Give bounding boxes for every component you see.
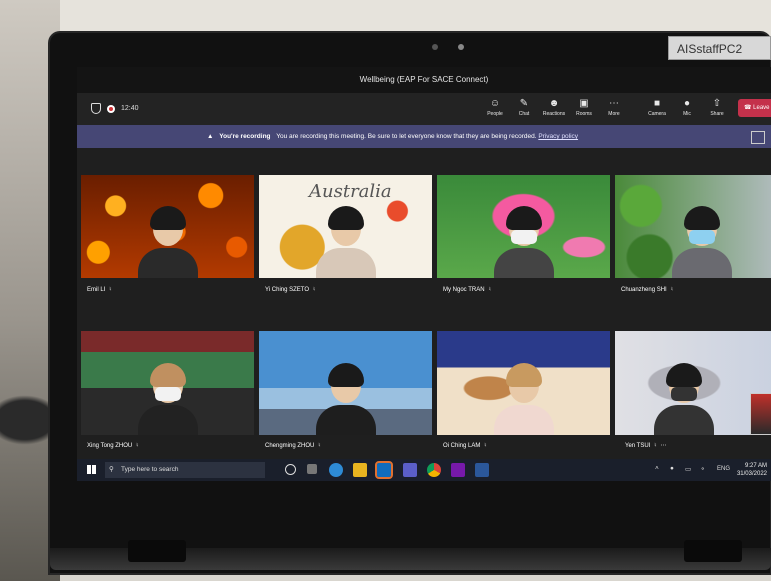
more-icon: ⋯ [609, 98, 619, 109]
participant-name: Emil LI ♮ [87, 287, 112, 293]
participant-name: Yi Ching SZETO ♮ [265, 287, 316, 293]
participant-video [137, 198, 198, 278]
network-icon[interactable]: ⚬ [700, 465, 705, 473]
participant-name: Yen TSUI ♮ ⋯ [625, 443, 667, 449]
chat-icon: ✎ [519, 98, 529, 109]
language-indicator[interactable]: ENG [717, 466, 730, 472]
video-tile[interactable] [259, 331, 432, 435]
task-view-icon[interactable] [307, 464, 317, 474]
participant-video [315, 355, 376, 435]
participant-video [493, 355, 554, 435]
mic-off-icon: ♮ [109, 287, 112, 293]
taskbar-search-input[interactable]: ⚲ Type here to search [105, 462, 265, 478]
leave-button[interactable]: ☎ Leave [738, 99, 771, 117]
hinge-tab [128, 540, 186, 562]
participant-video [493, 198, 554, 278]
mic-off-icon: ♮ [136, 443, 139, 449]
camera-button[interactable]: ■ Camera [643, 97, 671, 117]
participant-name: My Ngoc TRAN ♮ [443, 287, 491, 293]
dismiss-banner-button[interactable] [751, 131, 765, 144]
warning-icon: ▲ [207, 133, 214, 140]
mic-off-icon: ♮ [670, 287, 673, 293]
banner-title: You're recording [219, 133, 271, 140]
share-button[interactable]: ⇧ Share [703, 97, 731, 117]
shield-icon[interactable] [91, 103, 101, 114]
banner-message: You are recording this meeting. Be sure … [276, 133, 537, 140]
participant-video [671, 198, 732, 278]
recording-banner: ▲ You're recording You are recording thi… [77, 125, 771, 148]
teams-icon[interactable] [403, 463, 417, 477]
more-button[interactable]: ⋯ More [600, 97, 628, 117]
asset-sticker: AISstaffPC2 [668, 36, 771, 60]
word-icon[interactable] [475, 463, 489, 477]
edge-icon[interactable] [329, 463, 343, 477]
privacy-policy-link[interactable]: Privacy policy [538, 133, 578, 140]
reactions-button[interactable]: ☻ Reactions [540, 97, 568, 117]
participant-video [137, 355, 198, 435]
video-tile[interactable] [81, 175, 254, 278]
video-tile[interactable] [615, 175, 771, 278]
file-explorer-icon[interactable] [353, 463, 367, 477]
mic-off-icon: ♮ [654, 443, 657, 449]
mic-button[interactable]: ● Mic [673, 97, 701, 117]
mic-off-icon: ♮ [313, 287, 316, 293]
search-icon: ⚲ [109, 466, 114, 473]
participant-name: Chengming ZHOU ♮ [265, 443, 321, 449]
meeting-toolbar: 12:40 ☺ People ✎ Chat ☻ Reactions ▣ Rooms ⋯ M… [77, 93, 771, 125]
participant-name: Oi Ching LAM ♮ [443, 443, 487, 449]
windows-taskbar: ⚲ Type here to search ˄ ● ▭ ⚬ ENG 9:27 A… [77, 459, 771, 481]
participant-video [315, 198, 376, 278]
taskbar-clock[interactable]: 9:27 AM 31/03/2022 [737, 462, 767, 478]
window-title: Wellbeing (EAP For SACE Connect) [77, 67, 771, 93]
onenote-icon[interactable] [451, 463, 465, 477]
chat-button[interactable]: ✎ Chat [510, 97, 538, 117]
share-icon: ⇧ [712, 98, 722, 109]
participant-name: Chuanzheng SHI ♮ [621, 287, 673, 293]
battery-icon[interactable]: ▭ [685, 465, 691, 473]
meeting-timer: 12:40 [121, 105, 139, 112]
self-view-thumbnail[interactable] [750, 393, 771, 435]
chevron-up-icon[interactable]: ˄ [655, 465, 659, 472]
cortana-icon[interactable] [285, 464, 296, 475]
camera-icon: ■ [653, 98, 661, 109]
mic-off-icon: ♮ [318, 443, 321, 449]
participant-video [654, 355, 715, 435]
video-tile[interactable]: Australia [259, 175, 432, 278]
video-tile[interactable] [81, 331, 254, 435]
video-tile[interactable] [437, 175, 610, 278]
more-options-icon: ⋯ [660, 443, 667, 449]
people-icon: ☺ [489, 98, 501, 109]
mic-off-icon: ♮ [488, 287, 491, 293]
phone-icon: ☎ [744, 105, 754, 111]
reactions-icon: ☻ [548, 98, 560, 109]
video-tile[interactable] [615, 331, 771, 435]
people-button[interactable]: ☺ People [481, 97, 509, 117]
hinge-tab [684, 540, 742, 562]
mic-tray-icon[interactable]: ● [670, 465, 674, 472]
rooms-button[interactable]: ▣ Rooms [570, 97, 598, 117]
participant-name: Xing Tong ZHOU ♮ [87, 443, 139, 449]
mic-icon: ● [683, 98, 691, 109]
outlook-icon[interactable] [375, 461, 393, 479]
webcam-dot [432, 44, 438, 50]
chrome-icon[interactable] [427, 463, 441, 477]
screen: Wellbeing (EAP For SACE Connect) 12:40 ☺… [77, 67, 771, 481]
windows-start-icon[interactable] [87, 465, 96, 474]
mic-off-icon: ♮ [484, 443, 487, 449]
video-tile[interactable] [437, 331, 610, 435]
rooms-icon: ▣ [579, 98, 589, 109]
webcam-light [458, 44, 464, 50]
recording-icon [107, 104, 115, 113]
